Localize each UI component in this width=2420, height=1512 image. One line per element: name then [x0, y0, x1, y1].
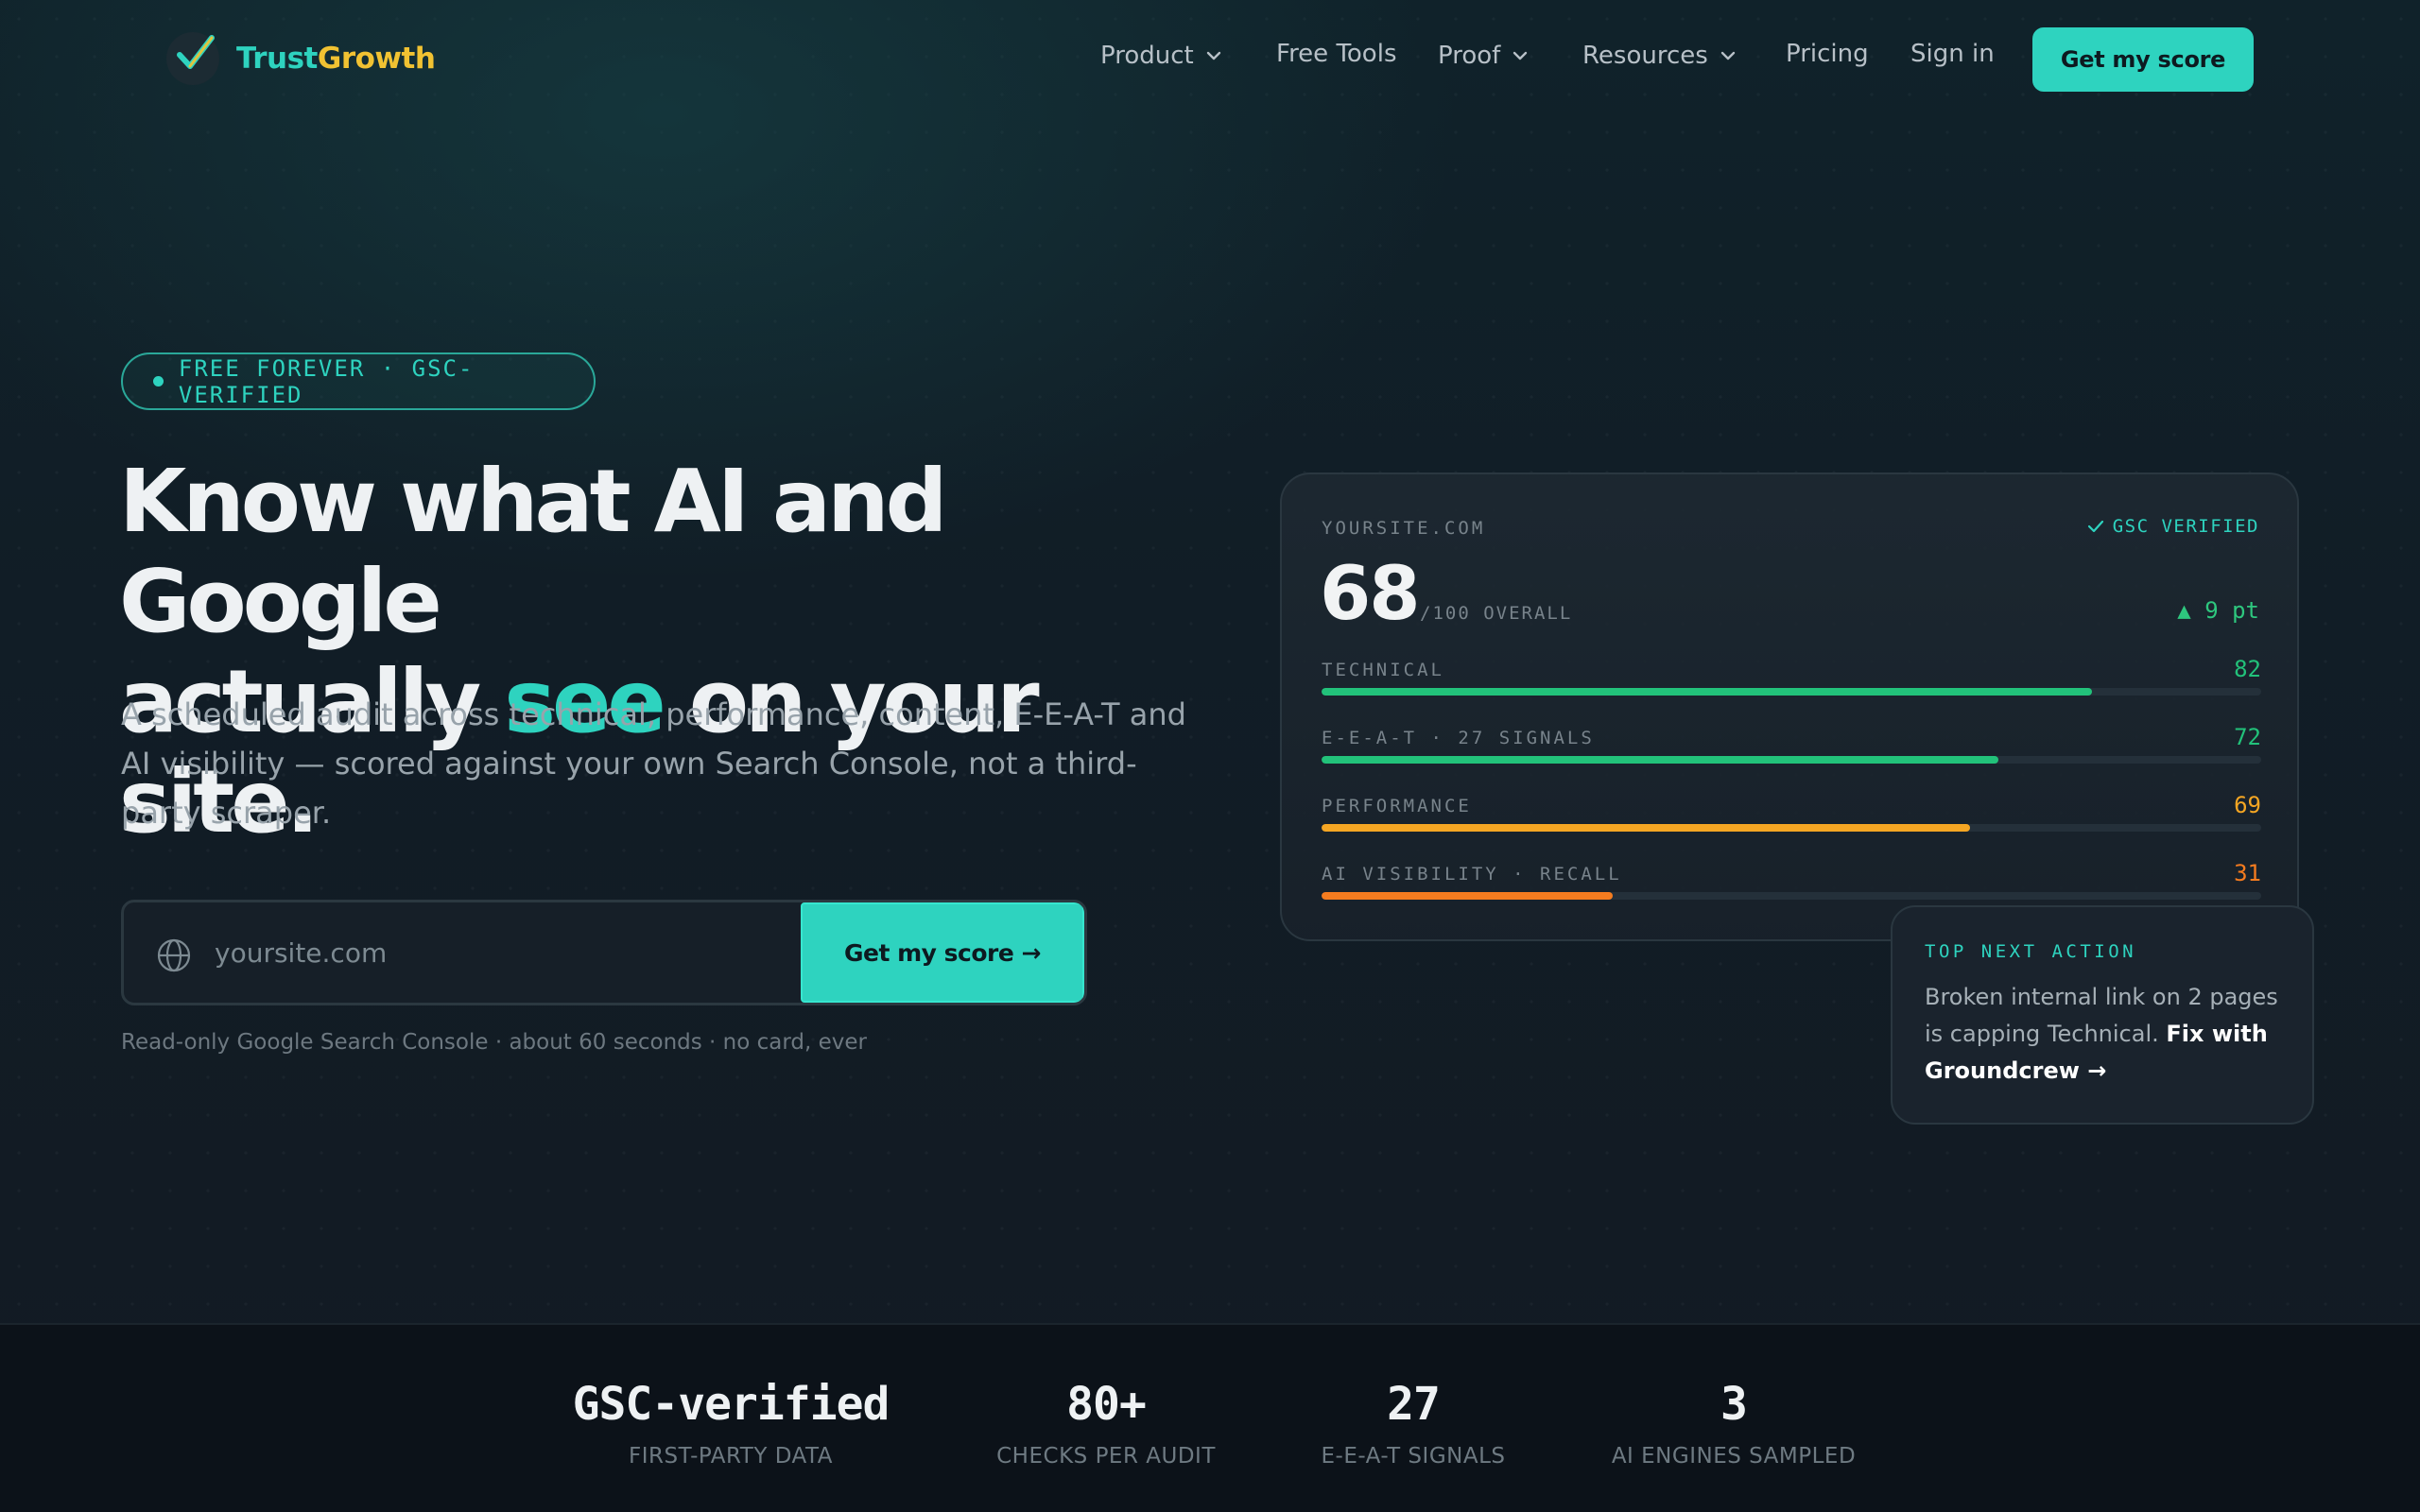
metric-track	[1322, 756, 2261, 764]
stat-value: GSC-verified	[572, 1378, 890, 1431]
stats-bar: GSC-verified FIRST-PARTY DATA 80+ CHECKS…	[0, 1323, 2420, 1512]
stat-ai-engines: 3 AI ENGINES SAMPLED	[1599, 1378, 1868, 1469]
stat-value: 80+	[1066, 1378, 1147, 1431]
card-verified-text: GSC VERIFIED	[2112, 516, 2259, 537]
globe-icon	[157, 938, 191, 972]
brand-logo[interactable]: TrustGrowth	[166, 32, 436, 85]
metric-fill	[1322, 688, 2093, 696]
metric-performance: PERFORMANCE 69	[1322, 792, 2261, 852]
metric-value: 82	[2234, 656, 2261, 682]
top-nav: TrustGrowth Product Free Tools Proof Res…	[0, 0, 2420, 121]
chevron-down-icon	[1513, 51, 1528, 60]
badge-text: FREE FOREVER · GSC-VERIFIED	[178, 354, 475, 408]
overall-score: 68	[1320, 552, 1421, 637]
brand-name: TrustGrowth	[236, 42, 436, 76]
next-action-text: Broken internal link on 2 pages is cappi…	[1925, 979, 2293, 1090]
nav-product-label: Product	[1100, 42, 1194, 70]
nav-proof[interactable]: Proof	[1438, 42, 1530, 70]
metric-track	[1322, 824, 2261, 832]
stat-eeat: 27 E-E-A-T SIGNALS	[1295, 1378, 1531, 1469]
score-delta: ▲ 9 pt	[2177, 597, 2259, 624]
nav-sign-in[interactable]: Sign in	[1910, 40, 1995, 68]
nav-product[interactable]: Product	[1100, 42, 1224, 70]
metric-label: E-E-A-T · 27 SIGNALS	[1322, 728, 1595, 748]
check-icon	[2087, 520, 2103, 533]
next-action-label: TOP NEXT ACTION	[1925, 941, 2137, 962]
hero-badge: FREE FOREVER · GSC-VERIFIED	[121, 352, 596, 410]
metric-label: AI VISIBILITY · RECALL	[1322, 864, 1622, 885]
metric-fill	[1322, 892, 1614, 900]
card-site: YOURSITE.COM	[1322, 518, 1486, 539]
hero-fineprint: Read-only Google Search Console · about …	[121, 1030, 867, 1055]
badge-dot	[153, 376, 164, 387]
metric-value: 72	[2234, 724, 2261, 750]
metric-technical: TECHNICAL 82	[1322, 656, 2261, 716]
stat-label: CHECKS PER AUDIT	[996, 1444, 1216, 1469]
hero-subtext: A scheduled audit across technical, perf…	[121, 696, 1186, 831]
stat-label: E-E-A-T SIGNALS	[1321, 1444, 1506, 1469]
checkmark-logo-icon	[166, 32, 219, 85]
nav-free-tools[interactable]: Free Tools	[1276, 40, 1397, 68]
metric-value: 69	[2234, 792, 2261, 818]
nav-pricing-label: Pricing	[1786, 40, 1869, 68]
metric-value: 31	[2234, 860, 2261, 886]
metric-eeat: E-E-A-T · 27 SIGNALS 72	[1322, 724, 2261, 784]
nav-free-tools-label: Free Tools	[1276, 40, 1397, 68]
nav-sign-in-label: Sign in	[1910, 40, 1995, 68]
card-verified-badge: GSC VERIFIED	[2086, 516, 2259, 537]
nav-pricing[interactable]: Pricing	[1786, 40, 1869, 68]
nav-proof-label: Proof	[1438, 42, 1501, 70]
metric-track	[1322, 892, 2261, 900]
chevron-down-icon	[1720, 51, 1735, 60]
metric-track	[1322, 688, 2261, 696]
nav-get-score-button[interactable]: Get my score	[2032, 27, 2254, 92]
stat-label: FIRST-PARTY DATA	[629, 1444, 833, 1469]
stat-value: 3	[1720, 1378, 1748, 1431]
brand-name-part2: Growth	[317, 42, 436, 76]
overall-score-label: /100 OVERALL	[1420, 603, 1573, 624]
site-url-input[interactable]	[215, 902, 801, 1003]
chevron-down-icon	[1206, 51, 1220, 60]
metric-fill	[1322, 756, 1998, 764]
stat-value: 27	[1387, 1378, 1441, 1431]
nav-resources[interactable]: Resources	[1582, 42, 1738, 70]
metric-label: PERFORMANCE	[1322, 796, 1472, 816]
form-get-score-button[interactable]: Get my score →	[801, 902, 1084, 1003]
metric-label: TECHNICAL	[1322, 660, 1444, 680]
brand-name-part1: Trust	[236, 42, 318, 76]
stat-checks: 80+ CHECKS PER AUDIT	[983, 1378, 1229, 1469]
headline-line1: Know what AI and Google	[119, 451, 947, 652]
score-form: Get my score →	[121, 900, 1087, 1005]
next-action-card: TOP NEXT ACTION Broken internal link on …	[1891, 905, 2314, 1125]
nav-resources-label: Resources	[1582, 42, 1708, 70]
stat-label: AI ENGINES SAMPLED	[1611, 1444, 1857, 1469]
metric-fill	[1322, 824, 1970, 832]
score-card: YOURSITE.COM GSC VERIFIED 68 /100 OVERAL…	[1280, 472, 2299, 941]
stat-gsc: GSC-verified FIRST-PARTY DATA	[567, 1378, 894, 1469]
